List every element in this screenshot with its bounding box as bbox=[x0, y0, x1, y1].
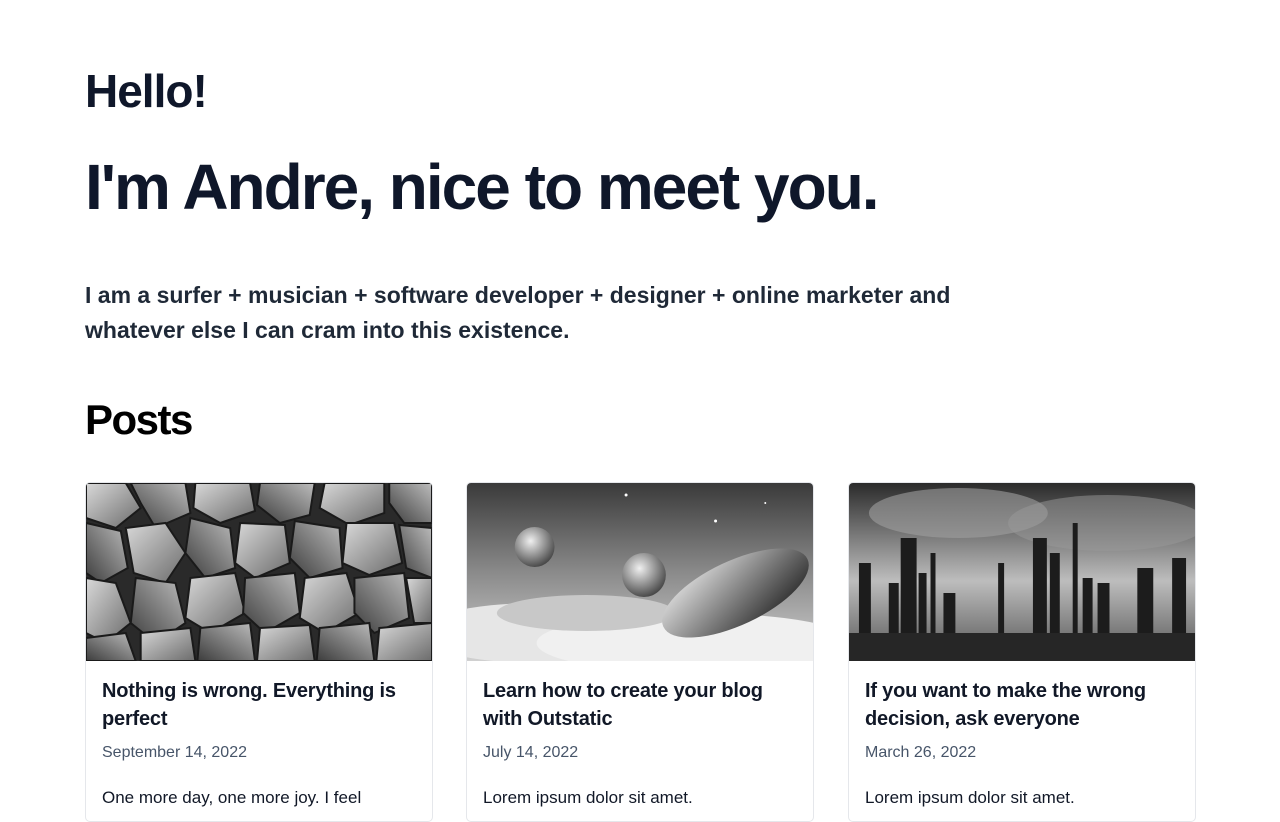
post-date: September 14, 2022 bbox=[102, 744, 247, 761]
post-title[interactable]: If you want to make the wrong decision, … bbox=[865, 677, 1179, 733]
post-excerpt: Lorem ipsum dolor sit amet. bbox=[865, 788, 1075, 807]
post-card[interactable]: Nothing is wrong. Everything is perfect … bbox=[85, 482, 433, 822]
posts-heading: Posts bbox=[85, 396, 193, 443]
post-title[interactable]: Nothing is wrong. Everything is perfect bbox=[102, 677, 416, 733]
posts-grid: Nothing is wrong. Everything is perfect … bbox=[85, 482, 1196, 822]
post-card-body: Nothing is wrong. Everything is perfect … bbox=[86, 661, 432, 811]
post-date: March 26, 2022 bbox=[865, 744, 977, 761]
gray-stone-blocks-image bbox=[86, 483, 432, 661]
post-title[interactable]: Learn how to create your blog with Outst… bbox=[483, 677, 797, 733]
post-card[interactable]: If you want to make the wrong decision, … bbox=[848, 482, 1196, 822]
post-thumbnail-space[interactable] bbox=[467, 483, 813, 661]
intro-text: I am a surfer + musician + software deve… bbox=[85, 282, 951, 343]
post-card[interactable]: Learn how to create your blog with Outst… bbox=[466, 482, 814, 822]
post-card-body: If you want to make the wrong decision, … bbox=[849, 661, 1195, 811]
post-thumbnail-stones[interactable] bbox=[86, 483, 432, 661]
planets-spaceship-clouds-image bbox=[467, 483, 813, 661]
post-excerpt: Lorem ipsum dolor sit amet. bbox=[483, 788, 693, 807]
post-date: July 14, 2022 bbox=[483, 744, 579, 761]
greeting-heading: Hello! bbox=[85, 65, 208, 117]
headline: I'm Andre, nice to meet you. bbox=[85, 151, 880, 223]
post-thumbnail-city[interactable] bbox=[849, 483, 1195, 661]
post-excerpt: One more day, one more joy. I feel bbox=[102, 788, 362, 807]
futuristic-city-skyline-image bbox=[849, 483, 1195, 661]
post-card-body: Learn how to create your blog with Outst… bbox=[467, 661, 813, 811]
